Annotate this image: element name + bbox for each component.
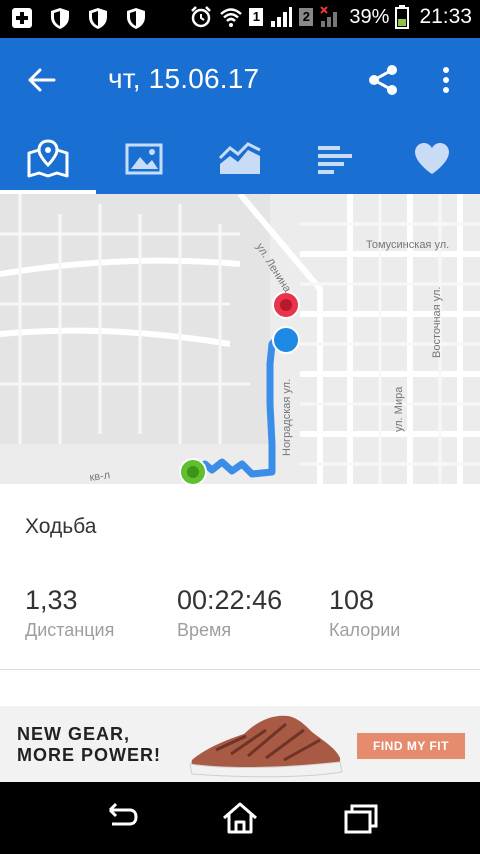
tab-bar <box>0 124 480 194</box>
stat-value: 108 <box>329 585 375 615</box>
stat-label: Время <box>177 620 232 640</box>
sim1-badge: 1 <box>249 8 264 26</box>
back-nav-icon[interactable] <box>96 796 144 840</box>
ad-headline-line1: NEW GEAR, <box>17 724 131 744</box>
shield-icon <box>89 8 107 29</box>
ad-headline-line2: MORE POWER! <box>17 745 161 765</box>
map-icon <box>27 139 69 178</box>
wifi-icon <box>220 8 243 27</box>
battery-icon <box>395 5 410 29</box>
page-title: чт, 15.06.17 <box>108 63 260 94</box>
tab-map[interactable] <box>0 124 96 194</box>
map-canvas: ул. Ленина Томусинская ул. Восточная ул.… <box>0 194 480 484</box>
system-nav-bar <box>0 782 480 854</box>
stat-label: Калории <box>329 620 401 640</box>
add-notification-icon <box>12 8 32 28</box>
clock: 21:33 <box>419 5 472 28</box>
recent-apps-icon[interactable] <box>336 796 384 840</box>
shield-icon <box>51 8 69 29</box>
signal-icon <box>271 7 293 27</box>
more-options-icon[interactable] <box>434 62 458 98</box>
status-bar: 1 2 39% 21:33 <box>0 0 480 38</box>
ad-banner[interactable]: NEW GEAR, MORE POWER! FIND MY FIT <box>0 706 480 782</box>
stat-calories: 108 Калории <box>329 585 400 641</box>
tab-photos[interactable] <box>96 124 192 194</box>
current-position-marker[interactable] <box>272 326 300 354</box>
back-arrow-icon[interactable] <box>26 62 58 98</box>
shield-icon <box>127 8 145 29</box>
stat-label: Дистанция <box>25 620 115 640</box>
sim2-badge: 2 <box>299 8 314 26</box>
app-bar: чт, 15.06.17 <box>0 38 480 124</box>
chart-icon <box>218 142 261 174</box>
stat-time: 00:22:46 Время <box>177 585 282 641</box>
bars-icon <box>318 146 352 174</box>
activity-type: Ходьба <box>25 515 97 538</box>
ad-headline: NEW GEAR, MORE POWER! <box>17 724 161 766</box>
street-label-vostochnaya: Восточная ул. <box>431 287 443 358</box>
heart-icon <box>415 143 449 174</box>
tab-graphs[interactable] <box>192 124 288 194</box>
alarm-icon <box>191 6 212 28</box>
street-label-nogradskaya: Ноградская ул. <box>281 379 293 456</box>
stat-value: 1,33 <box>25 585 78 615</box>
street-label-tomusinskaya: Томусинская ул. <box>366 239 449 251</box>
route-map[interactable]: ул. Ленина Томусинская ул. Восточная ул.… <box>0 194 480 484</box>
battery-percent: 39% <box>349 5 390 28</box>
street-label-mira: ул. Мира <box>393 386 405 432</box>
stat-value: 00:22:46 <box>177 585 283 615</box>
home-nav-icon[interactable] <box>216 796 264 840</box>
tab-heart[interactable] <box>384 124 480 194</box>
stat-distance: 1,33 Дистанция <box>25 585 114 641</box>
divider <box>0 669 480 670</box>
sneaker-image <box>189 715 343 778</box>
tab-splits[interactable] <box>288 124 384 194</box>
find-my-fit-button[interactable]: FIND MY FIT <box>357 733 465 759</box>
no-signal-icon <box>320 6 338 27</box>
photo-icon <box>125 143 163 175</box>
share-icon[interactable] <box>366 62 402 98</box>
